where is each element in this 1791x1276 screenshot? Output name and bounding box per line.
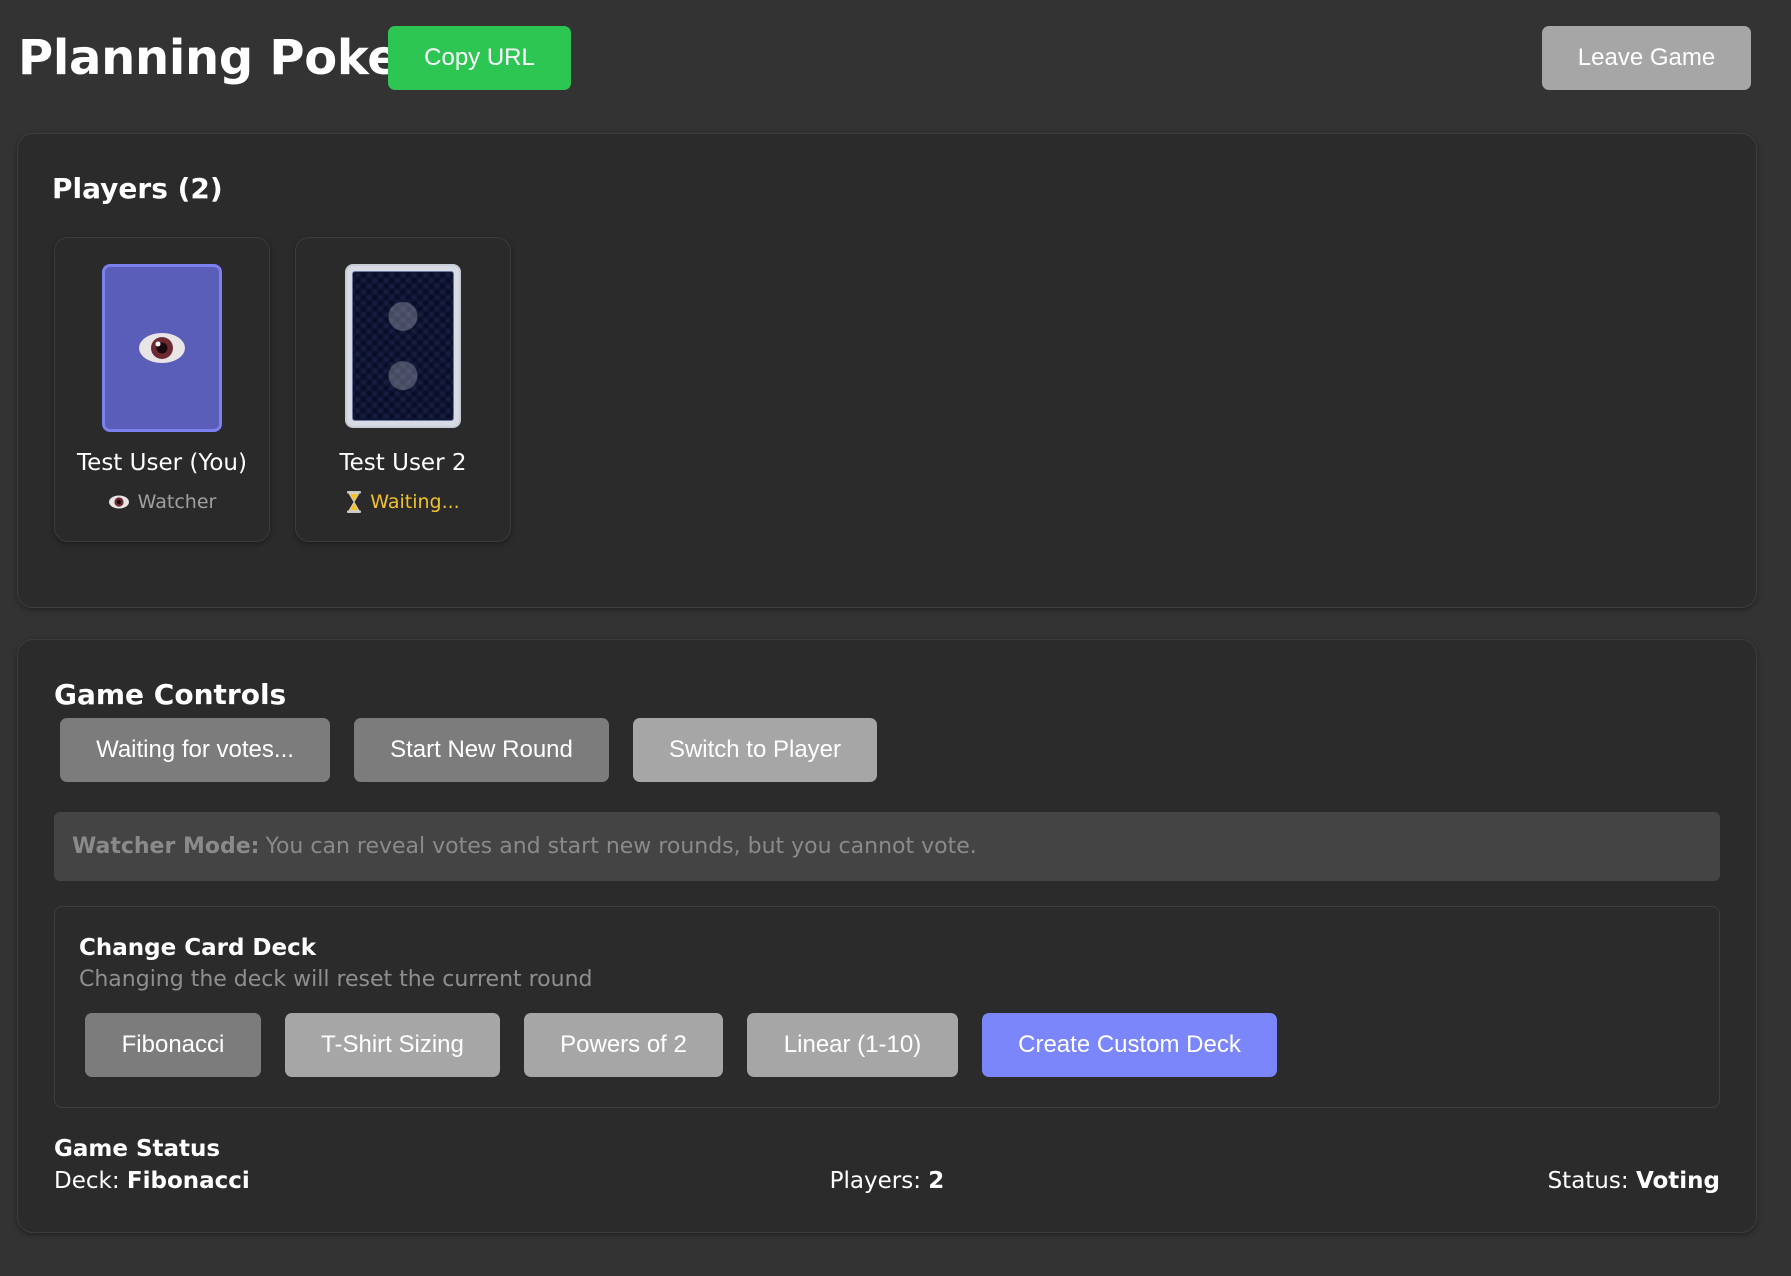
status-state: Status: Voting [1548, 1168, 1720, 1194]
player-card: Test User (You) Watcher [54, 237, 270, 542]
deck-powers-of-2-button[interactable]: Powers of 2 [524, 1013, 723, 1077]
players-title: Players (2) [52, 172, 223, 205]
status-players-value: 2 [928, 1168, 945, 1194]
switch-to-player-button[interactable]: Switch to Player [633, 718, 877, 782]
watcher-mode-notice: Watcher Mode: You can reveal votes and s… [54, 812, 1720, 881]
watcher-mode-label: Watcher Mode: [72, 834, 260, 859]
watcher-card [102, 264, 222, 432]
card-back [345, 264, 461, 428]
player-status-label: Watcher [137, 491, 217, 513]
game-controls-panel: Game Controls Waiting for votes... Start… [17, 639, 1757, 1233]
player-status-label: Waiting... [370, 491, 460, 513]
status-players-label: Players: [829, 1168, 929, 1194]
player-status: Watcher [55, 491, 269, 513]
deck-fibonacci-button[interactable]: Fibonacci [85, 1013, 261, 1077]
leave-game-button[interactable]: Leave Game [1542, 26, 1751, 90]
deck-tshirt-button[interactable]: T-Shirt Sizing [285, 1013, 500, 1077]
eye-icon [108, 495, 129, 509]
player-card: Test User 2 Waiting... [295, 237, 511, 542]
change-deck-subtitle: Changing the deck will reset the current… [79, 967, 593, 992]
players-panel: Players (2) Test User (You) Watcher Test… [17, 133, 1757, 608]
watcher-mode-text: You can reveal votes and start new round… [265, 834, 977, 859]
page-title: Planning Poker [18, 30, 423, 86]
status-state-value: Voting [1635, 1168, 1720, 1194]
copy-url-button[interactable]: Copy URL [388, 26, 571, 90]
eye-icon [139, 333, 185, 363]
game-status-title: Game Status [54, 1136, 221, 1162]
player-status: Waiting... [296, 491, 510, 513]
status-players: Players: 2 [54, 1168, 1720, 1194]
status-state-label: Status: [1547, 1168, 1636, 1194]
waiting-for-votes-button[interactable]: Waiting for votes... [60, 718, 330, 782]
game-controls-title: Game Controls [54, 678, 287, 711]
change-deck-title: Change Card Deck [79, 935, 317, 961]
hourglass-icon [347, 491, 362, 513]
deck-linear-button[interactable]: Linear (1-10) [747, 1013, 958, 1077]
header: Planning Poker Copy URL Leave Game [18, 26, 1751, 90]
start-new-round-button[interactable]: Start New Round [354, 718, 609, 782]
player-name: Test User (You) [77, 450, 247, 476]
create-custom-deck-button[interactable]: Create Custom Deck [982, 1013, 1277, 1077]
card-back-pattern [352, 271, 454, 421]
player-name: Test User 2 [339, 450, 467, 476]
change-deck-section: Change Card Deck Changing the deck will … [54, 906, 1720, 1108]
